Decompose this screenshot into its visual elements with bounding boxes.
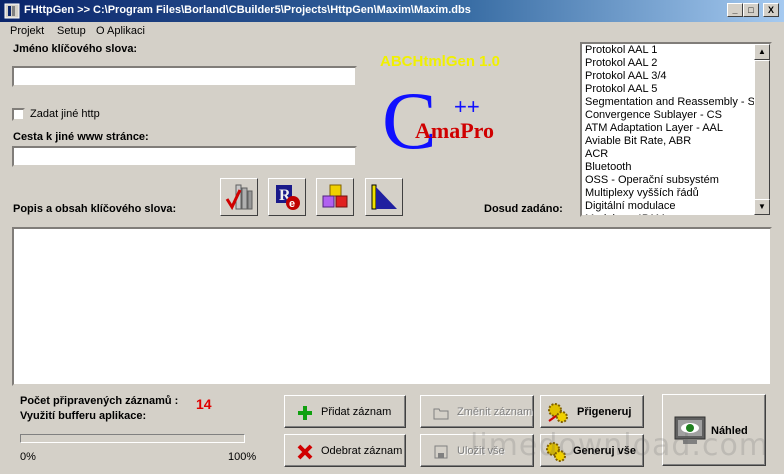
list-item[interactable]: Protokol AAL 2 — [582, 57, 756, 70]
progress-max-label: 100% — [228, 451, 257, 463]
list-item[interactable]: ACR — [582, 148, 756, 161]
list-item[interactable]: Convergence Sublayer - CS — [582, 109, 756, 122]
path-label: Cesta k jiné www stránce: — [13, 131, 149, 143]
regenerate-button[interactable]: Přigeneruj — [540, 395, 644, 428]
maximize-button[interactable]: □ — [743, 3, 759, 17]
close-button[interactable]: X — [763, 3, 779, 17]
list-item[interactable]: Modulace 4PAM — [582, 213, 756, 215]
entries-listbox[interactable]: Protokol AAL 1 Protokol AAL 2 Protokol AAL… — [580, 42, 772, 217]
folder-icon — [433, 408, 449, 420]
gears-icon — [548, 403, 568, 423]
check-blocks-button[interactable] — [220, 178, 258, 216]
window-title: FHttpGen >> C:\Program Files\Borland\CBu… — [24, 4, 471, 16]
cubes-icon — [322, 184, 348, 208]
list-item[interactable]: Protokol AAL 3/4 — [582, 70, 756, 83]
list-item[interactable]: Bluetooth — [582, 161, 756, 174]
entries-list: Protokol AAL 1 Protokol AAL 2 Protokol AAL… — [582, 44, 756, 215]
ruler-triangle-button[interactable] — [365, 178, 403, 216]
app-icon — [4, 3, 20, 19]
progress-min-label: 0% — [20, 451, 36, 463]
scroll-up-button[interactable]: ▲ — [754, 44, 770, 60]
add-record-button[interactable]: Přidat záznam — [284, 395, 406, 428]
svg-text:e: e — [289, 198, 295, 210]
re-button[interactable]: R e — [268, 178, 306, 216]
list-item[interactable]: Segmentation and Reassembly - SAR — [582, 96, 756, 109]
add-record-label: Přidat záznam — [321, 406, 392, 418]
records-label: Počet připravených záznamů : — [20, 395, 179, 407]
watermark-text: limedownload.com — [470, 428, 770, 463]
title-bar: FHttpGen >> C:\Program Files\Borland\CBu… — [0, 0, 784, 22]
cubes-button[interactable] — [316, 178, 354, 216]
ruler-triangle-icon — [371, 184, 397, 210]
check-blocks-icon — [225, 184, 253, 211]
records-count: 14 — [196, 396, 212, 412]
other-http-checkbox[interactable] — [12, 108, 25, 121]
amapro-logo: C ++ AmaPro — [382, 80, 522, 176]
change-record-button[interactable]: Změnit záznam — [420, 395, 534, 428]
save-disk-icon — [434, 445, 448, 459]
description-label: Popis a obsah klíčového slova: — [13, 203, 177, 215]
list-item[interactable]: Digitální modulace — [582, 200, 756, 213]
keyword-label: Jméno klíčového slova: — [13, 43, 138, 55]
list-item[interactable]: OSS - Operační subsystém — [582, 174, 756, 187]
list-item[interactable]: Protokol AAL 1 — [582, 44, 756, 57]
delete-x-icon — [297, 444, 313, 460]
minimize-button[interactable]: _ — [727, 3, 743, 17]
remove-record-button[interactable]: Odebrat záznam — [284, 434, 406, 467]
logo-plus: ++ — [454, 94, 480, 119]
logo-title: ABCHtmlGen 1.0 — [380, 53, 501, 70]
menu-o-aplikaci[interactable]: O Aplikaci — [96, 25, 145, 37]
regenerate-label: Přigeneruj — [577, 406, 632, 418]
re-icon: R e — [276, 185, 300, 210]
list-item[interactable]: Protokol AAL 5 — [582, 83, 756, 96]
change-record-label: Změnit záznam — [457, 406, 533, 418]
list-item[interactable]: ATM Adaptation Layer - AAL — [582, 122, 756, 135]
menu-bar: Projekt Setup O Aplikaci — [0, 22, 784, 40]
menu-projekt[interactable]: Projekt — [10, 25, 44, 37]
remove-record-label: Odebrat záznam — [321, 445, 403, 457]
list-item[interactable]: Multiplexy vyšších řádů — [582, 187, 756, 200]
scroll-thumb[interactable] — [754, 60, 770, 200]
path-input[interactable] — [12, 146, 357, 167]
listbox-scrollbar[interactable]: ▲ ▼ — [754, 44, 770, 215]
logo-brand: AmaPro — [415, 118, 495, 143]
buffer-label: Využití bufferu aplikace: — [20, 410, 147, 422]
menu-setup[interactable]: Setup — [57, 25, 86, 37]
description-memo[interactable] — [12, 227, 772, 386]
scroll-down-button[interactable]: ▼ — [754, 199, 770, 215]
list-item[interactable]: Aviable Bit Rate, ABR — [582, 135, 756, 148]
entered-label: Dosud zadáno: — [484, 203, 563, 215]
plus-icon — [298, 406, 312, 420]
keyword-input[interactable] — [12, 66, 357, 87]
buffer-progress-bar — [20, 434, 245, 443]
other-http-label: Zadat jiné http — [30, 108, 100, 120]
